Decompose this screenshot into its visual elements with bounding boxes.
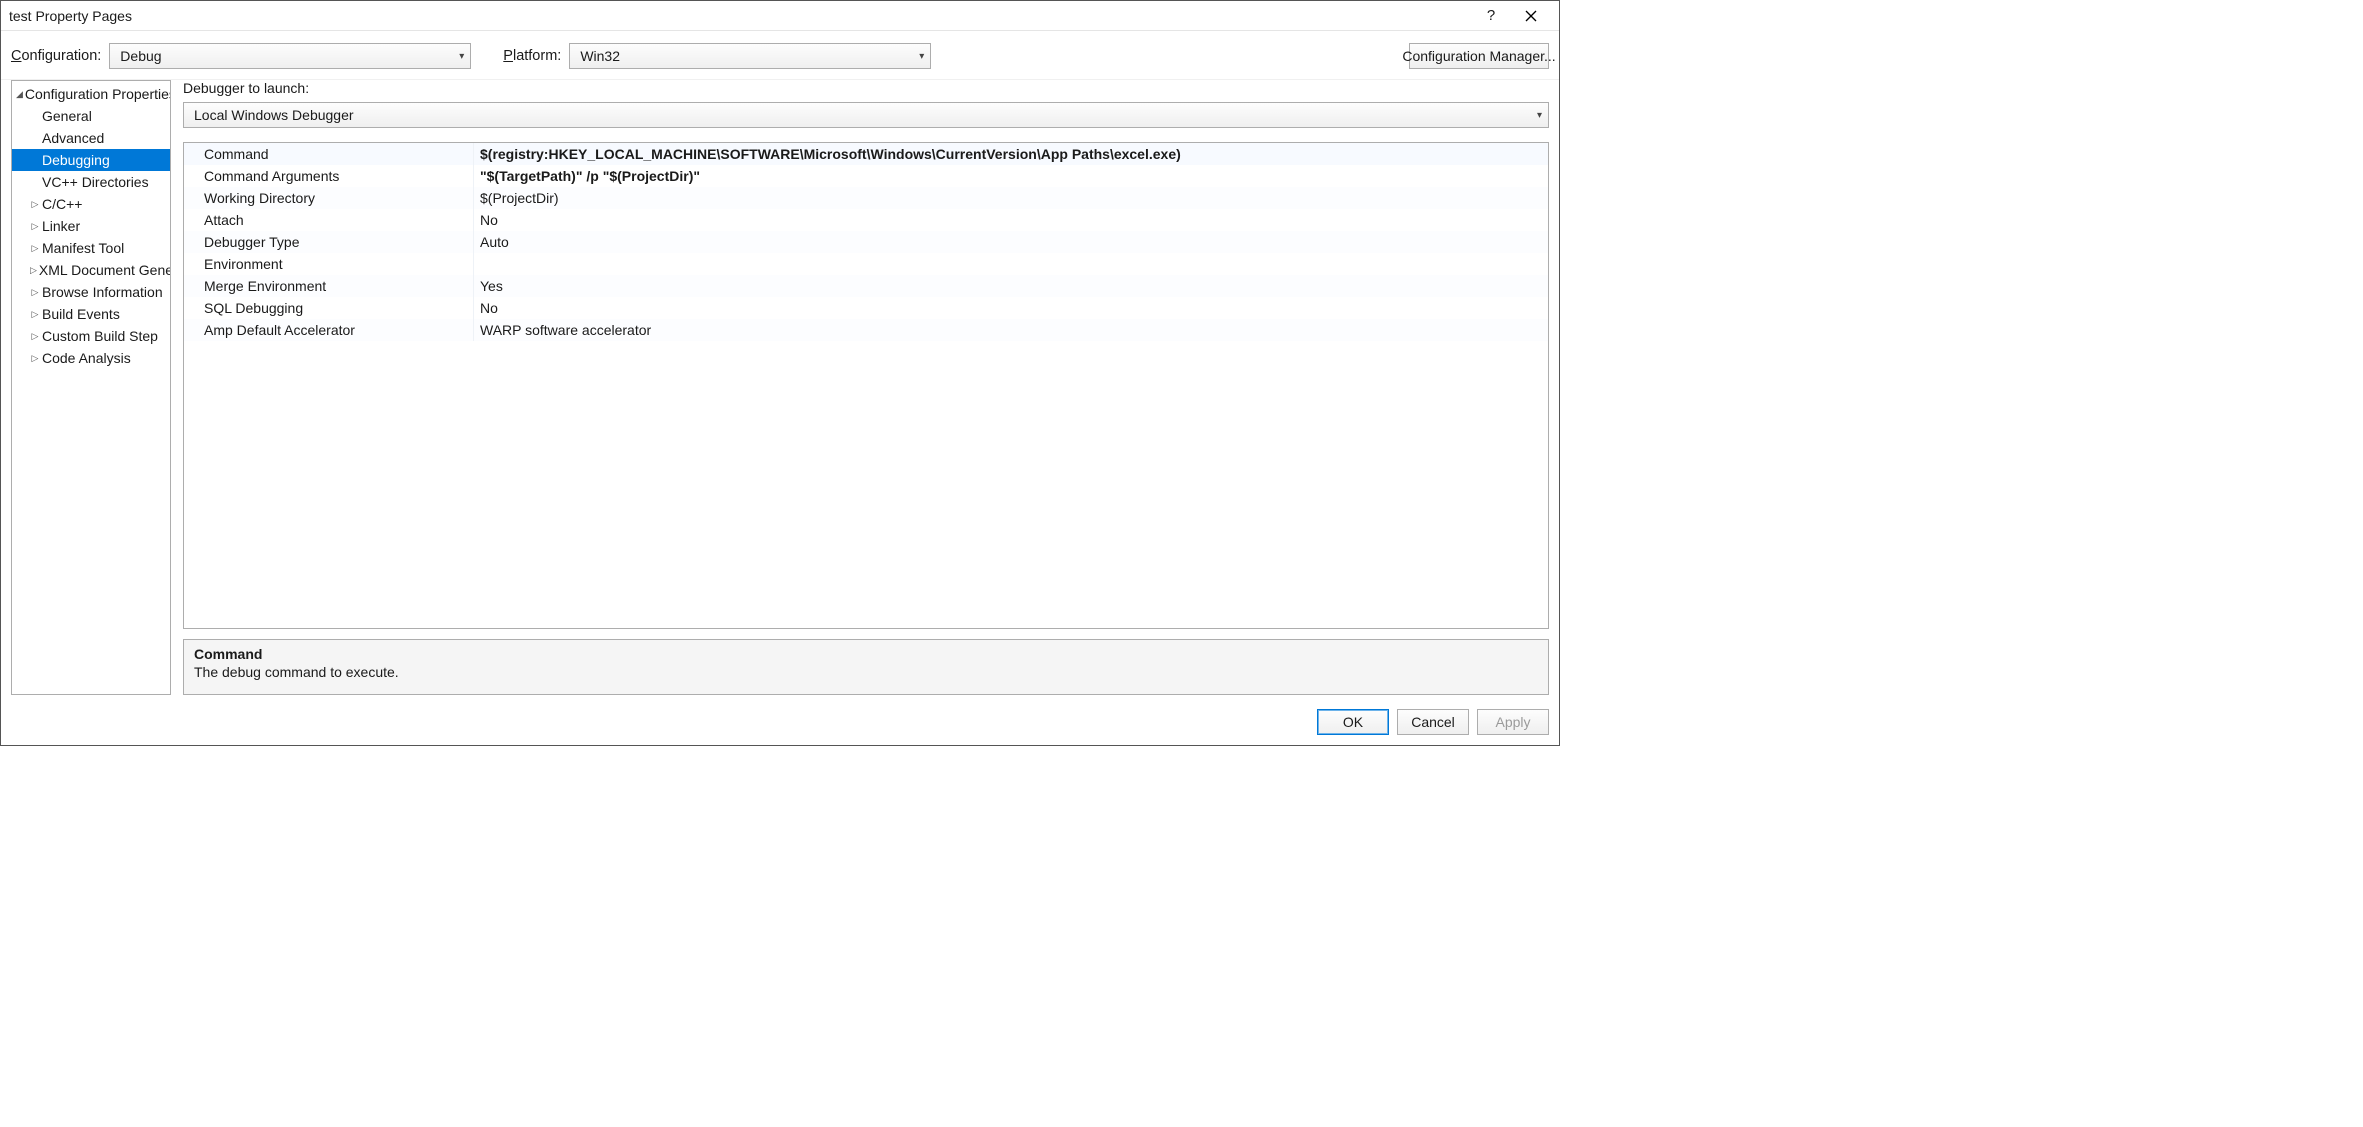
- tree-item-label: Advanced: [42, 130, 104, 146]
- property-name: Amp Default Accelerator: [184, 319, 474, 341]
- property-value[interactable]: WARP software accelerator: [474, 319, 1548, 341]
- debugger-combo[interactable]: Local Windows Debugger ▾: [183, 102, 1549, 128]
- platform-value: Win32: [580, 48, 620, 64]
- tree-item[interactable]: Advanced: [12, 127, 170, 149]
- help-button[interactable]: ?: [1471, 1, 1511, 31]
- property-row[interactable]: SQL DebuggingNo: [184, 297, 1548, 319]
- property-grid[interactable]: Command$(registry:HKEY_LOCAL_MACHINE\SOF…: [183, 142, 1549, 629]
- tree-item-label: Browse Information: [42, 284, 163, 300]
- property-name: Command Arguments: [184, 165, 474, 187]
- chevron-down-icon: ▾: [459, 51, 464, 62]
- configuration-label: Configuration:: [11, 48, 101, 64]
- tree-item[interactable]: General: [12, 105, 170, 127]
- property-row[interactable]: Command$(registry:HKEY_LOCAL_MACHINE\SOF…: [184, 143, 1548, 165]
- property-name: SQL Debugging: [184, 297, 474, 319]
- property-name: Merge Environment: [184, 275, 474, 297]
- tree-root[interactable]: ◢ Configuration Properties: [12, 83, 170, 105]
- property-row[interactable]: Environment: [184, 253, 1548, 275]
- ok-button[interactable]: OK: [1317, 709, 1389, 735]
- expand-icon: ▷: [30, 353, 40, 364]
- description-box: Command The debug command to execute.: [183, 639, 1549, 695]
- platform-label: Platform:: [503, 48, 561, 64]
- expand-icon: ▷: [30, 309, 40, 320]
- tree-item-label: VC++ Directories: [42, 174, 149, 190]
- property-row[interactable]: Debugger TypeAuto: [184, 231, 1548, 253]
- window-title: test Property Pages: [9, 8, 1471, 24]
- tree-item-label: Manifest Tool: [42, 240, 124, 256]
- expand-icon: ▷: [30, 243, 40, 254]
- body: ◢ Configuration Properties General Advanc…: [1, 80, 1559, 701]
- property-value[interactable]: $(registry:HKEY_LOCAL_MACHINE\SOFTWARE\M…: [474, 143, 1548, 165]
- property-row[interactable]: Merge EnvironmentYes: [184, 275, 1548, 297]
- description-title: Command: [194, 646, 1538, 662]
- config-row: Configuration: Debug ▾ Platform: Win32 ▾…: [1, 31, 1559, 80]
- property-value[interactable]: Yes: [474, 275, 1548, 297]
- property-value[interactable]: [474, 253, 1548, 275]
- property-name: Command: [184, 143, 474, 165]
- expand-icon: ▷: [30, 221, 40, 232]
- tree-item[interactable]: ▷XML Document Generator: [12, 259, 170, 281]
- property-row[interactable]: Amp Default AcceleratorWARP software acc…: [184, 319, 1548, 341]
- collapse-icon: ◢: [16, 89, 23, 100]
- dialog-buttons: OK Cancel Apply: [1, 701, 1559, 745]
- property-name: Environment: [184, 253, 474, 275]
- property-row[interactable]: AttachNo: [184, 209, 1548, 231]
- property-name: Attach: [184, 209, 474, 231]
- tree-item-label: XML Document Generator: [39, 262, 171, 278]
- property-value[interactable]: Auto: [474, 231, 1548, 253]
- tree-item[interactable]: ▷C/C++: [12, 193, 170, 215]
- tree-item[interactable]: ▷Linker: [12, 215, 170, 237]
- tree-item[interactable]: Debugging: [12, 149, 170, 171]
- tree-item[interactable]: ▷Browse Information: [12, 281, 170, 303]
- expand-icon: ▷: [30, 287, 40, 298]
- expand-icon: ▷: [30, 331, 40, 342]
- close-button[interactable]: [1511, 1, 1551, 31]
- property-value[interactable]: $(ProjectDir): [474, 187, 1548, 209]
- tree-item-label: Debugging: [42, 152, 110, 168]
- property-value[interactable]: No: [474, 297, 1548, 319]
- category-tree[interactable]: ◢ Configuration Properties General Advanc…: [11, 80, 171, 695]
- tree-item[interactable]: ▷Code Analysis: [12, 347, 170, 369]
- main-panel: Debugger to launch: Local Windows Debugg…: [183, 80, 1549, 695]
- cancel-button[interactable]: Cancel: [1397, 709, 1469, 735]
- property-name: Working Directory: [184, 187, 474, 209]
- property-value[interactable]: "$(TargetPath)" /p "$(ProjectDir)": [474, 165, 1548, 187]
- titlebar: test Property Pages ?: [1, 1, 1559, 31]
- configuration-manager-button[interactable]: Configuration Manager...: [1409, 43, 1549, 69]
- debugger-value: Local Windows Debugger: [194, 107, 354, 123]
- configuration-value: Debug: [120, 48, 161, 64]
- configuration-combo[interactable]: Debug ▾: [109, 43, 471, 69]
- property-pages-dialog: test Property Pages ? Configuration: Deb…: [0, 0, 1560, 746]
- tree-item-label: Build Events: [42, 306, 120, 322]
- chevron-down-icon: ▾: [919, 51, 924, 62]
- property-row[interactable]: Working Directory$(ProjectDir): [184, 187, 1548, 209]
- tree-item-label: General: [42, 108, 92, 124]
- tree-item[interactable]: ▷Build Events: [12, 303, 170, 325]
- tree-item[interactable]: VC++ Directories: [12, 171, 170, 193]
- tree-item-label: C/C++: [42, 196, 82, 212]
- tree-item[interactable]: ▷Manifest Tool: [12, 237, 170, 259]
- tree-item-label: Code Analysis: [42, 350, 131, 366]
- property-row[interactable]: Command Arguments"$(TargetPath)" /p "$(P…: [184, 165, 1548, 187]
- chevron-down-icon: ▾: [1537, 110, 1542, 121]
- expand-icon: ▷: [30, 265, 37, 276]
- expand-icon: ▷: [30, 199, 40, 210]
- property-value[interactable]: No: [474, 209, 1548, 231]
- platform-combo[interactable]: Win32 ▾: [569, 43, 931, 69]
- property-name: Debugger Type: [184, 231, 474, 253]
- launcher-label: Debugger to launch:: [183, 80, 1549, 96]
- tree-item-label: Custom Build Step: [42, 328, 158, 344]
- close-icon: [1525, 10, 1537, 22]
- tree-item-label: Linker: [42, 218, 80, 234]
- apply-button[interactable]: Apply: [1477, 709, 1549, 735]
- tree-item[interactable]: ▷Custom Build Step: [12, 325, 170, 347]
- tree-root-label: Configuration Properties: [25, 86, 171, 102]
- description-text: The debug command to execute.: [194, 664, 1538, 680]
